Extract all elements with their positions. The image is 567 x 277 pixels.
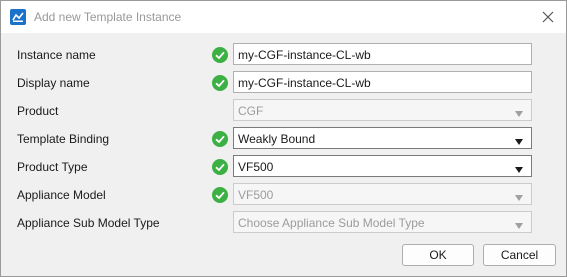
dropdown-arrow-icon[interactable] — [514, 163, 524, 173]
product-type-label: Product Type — [17, 160, 88, 174]
check-circle-icon — [212, 159, 228, 175]
check-circle-icon — [212, 131, 228, 147]
instance-name-row: Instance name my-CGF-instance-CL-wb — [1, 43, 566, 67]
title-bar: Add new Template Instance — [1, 1, 566, 33]
display-name-label: Display name — [17, 76, 90, 90]
product-type-dropdown[interactable]: VF500 — [233, 155, 532, 177]
app-icon — [10, 9, 26, 25]
product-dropdown: CGF — [233, 99, 532, 121]
display-name-row: Display name my-CGF-instance-CL-wb — [1, 71, 566, 95]
ok-button[interactable]: OK — [402, 244, 474, 266]
instance-name-input[interactable]: my-CGF-instance-CL-wb — [233, 43, 532, 65]
check-circle-icon — [212, 75, 228, 91]
close-icon[interactable] — [538, 7, 558, 27]
dropdown-arrow-icon — [514, 107, 524, 117]
dropdown-arrow-icon[interactable] — [514, 135, 524, 145]
instance-name-value: my-CGF-instance-CL-wb — [238, 48, 371, 62]
cancel-button[interactable]: Cancel — [483, 244, 556, 266]
appliance-sub-model-placeholder: Choose Appliance Sub Model Type — [238, 216, 425, 230]
appliance-sub-model-dropdown: Choose Appliance Sub Model Type — [233, 211, 532, 233]
appliance-sub-model-row: Appliance Sub Model Type Choose Applianc… — [1, 211, 566, 235]
window-title: Add new Template Instance — [34, 10, 182, 24]
product-row: Product CGF — [1, 99, 566, 123]
dropdown-arrow-icon — [514, 219, 524, 229]
display-name-input[interactable]: my-CGF-instance-CL-wb — [233, 71, 532, 93]
template-binding-dropdown[interactable]: Weakly Bound — [233, 127, 532, 149]
display-name-value: my-CGF-instance-CL-wb — [238, 76, 371, 90]
appliance-model-value: VF500 — [238, 188, 274, 202]
dropdown-arrow-icon — [514, 191, 524, 201]
dialog-window: Add new Template Instance Instance name … — [0, 0, 567, 277]
template-binding-value: Weakly Bound — [238, 132, 316, 146]
template-binding-label: Template Binding — [17, 132, 110, 146]
appliance-sub-model-label: Appliance Sub Model Type — [17, 216, 160, 230]
template-binding-row: Template Binding Weakly Bound — [1, 127, 566, 151]
product-type-row: Product Type VF500 — [1, 155, 566, 179]
appliance-model-label: Appliance Model — [17, 188, 106, 202]
check-circle-icon — [212, 47, 228, 63]
appliance-model-row: Appliance Model VF500 — [1, 183, 566, 207]
form-content: Instance name my-CGF-instance-CL-wb Disp… — [1, 33, 566, 276]
check-circle-icon — [212, 187, 228, 203]
appliance-model-dropdown: VF500 — [233, 183, 532, 205]
product-label: Product — [17, 104, 59, 118]
instance-name-label: Instance name — [17, 48, 96, 62]
product-value: CGF — [238, 104, 264, 118]
product-type-value: VF500 — [238, 160, 274, 174]
